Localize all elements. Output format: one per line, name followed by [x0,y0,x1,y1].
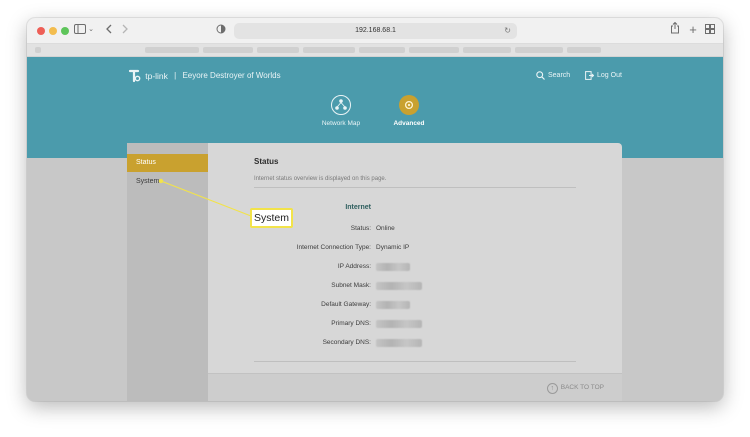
zoom-window-button[interactable] [61,27,69,35]
secondary-dns-label: Secondary DNS: [322,339,371,346]
sidebar-item-label: System [136,178,160,185]
favorites-icon[interactable] [35,47,41,53]
page-title: Status [254,157,279,166]
sidebar: Status System [127,143,208,401]
close-window-button[interactable] [37,27,45,35]
tab-advanced[interactable]: Advanced [379,95,439,127]
logout-icon [585,70,595,80]
subnet-mask-value-redacted [376,282,422,290]
search-label: Search [548,72,571,79]
logout-link[interactable]: Log Out [585,69,622,83]
subnet-mask-label: Subnet Mask: [331,282,371,289]
router-name: Eeyore Destroyer of Worlds [182,71,281,80]
default-gateway-label: Default Gateway: [321,301,371,308]
favorite-item[interactable] [463,47,511,53]
browser-window: ⌄ 192.168.68.1 ↻ + tp-link | Eeyore Dest… [27,18,723,401]
default-gateway-value-redacted [376,301,410,309]
search-link[interactable]: Search [536,69,570,83]
gear-icon [399,95,419,115]
brand-name: tp-link [145,71,168,81]
favorites-bar [27,44,723,57]
new-tab-icon[interactable]: + [687,22,699,38]
privacy-shield-icon[interactable] [215,22,227,38]
favorite-item[interactable] [359,47,405,53]
favorite-item[interactable] [409,47,459,53]
share-icon[interactable] [669,21,681,38]
address-url: 192.168.68.1 [355,27,396,34]
page-description: Internet status overview is displayed on… [254,176,387,182]
address-bar[interactable]: 192.168.68.1 ↻ [234,23,517,39]
content-footer: ↑ BACK TO TOP [208,373,622,401]
divider [254,187,576,188]
back-to-top-button[interactable]: ↑ BACK TO TOP [546,382,604,395]
divider [254,361,576,362]
arrow-up-icon: ↑ [546,382,558,394]
callout-label: System [250,208,293,228]
primary-dns-label: Primary DNS: [331,320,371,327]
network-map-icon [331,95,351,115]
sidebar-item-system[interactable]: System [127,173,208,191]
favorite-item[interactable] [203,47,253,53]
status-value: Online [376,225,395,232]
sidebar-item-label: Status [136,159,156,166]
tab-network-map[interactable]: Network Map [311,95,371,127]
connection-type-label: Internet Connection Type: [296,244,371,251]
sidebar-item-status[interactable]: Status [127,154,208,172]
secondary-dns-value-redacted [376,339,422,347]
ip-address-label: IP Address: [337,263,371,270]
chevron-down-icon[interactable]: ⌄ [87,22,95,38]
brand: tp-link | Eeyore Destroyer of Worlds [127,69,281,83]
ip-address-value-redacted [376,263,410,271]
router-admin-page: tp-link | Eeyore Destroyer of Worlds Sea… [27,57,723,401]
reload-icon[interactable]: ↻ [504,23,511,39]
primary-dns-value-redacted [376,320,422,328]
favorite-item[interactable] [515,47,563,53]
minimize-window-button[interactable] [49,27,57,35]
forward-arrow-icon[interactable] [119,22,131,38]
search-icon [536,70,545,80]
favorite-item[interactable] [145,47,199,53]
favorite-item[interactable] [257,47,299,53]
favorite-item[interactable] [567,47,601,53]
tp-link-logo-icon [127,69,141,83]
back-to-top-label: BACK TO TOP [560,384,604,391]
tab-overview-icon[interactable] [704,22,716,38]
browser-toolbar: ⌄ 192.168.68.1 ↻ + [27,18,723,44]
logout-label: Log Out [597,72,622,79]
brand-separator: | [174,71,177,80]
sidebar-toggle-icon[interactable] [73,22,87,38]
tab-advanced-label: Advanced [393,120,425,127]
tab-network-map-label: Network Map [321,120,361,127]
back-arrow-icon[interactable] [103,22,115,38]
favorite-item[interactable] [303,47,355,53]
connection-type-value: Dynamic IP [376,244,410,251]
status-panel: Status Internet status overview is displ… [208,143,622,373]
